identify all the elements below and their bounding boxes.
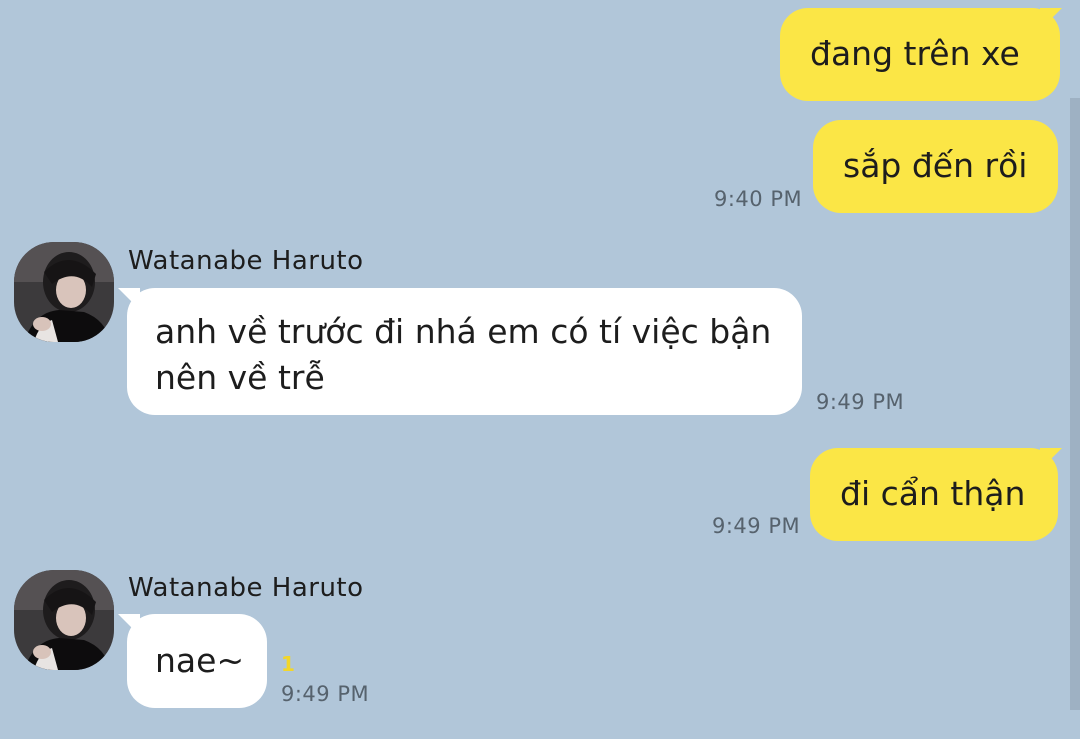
message-timestamp: 9:40 PM	[714, 187, 803, 211]
message-text: nae~	[155, 641, 245, 680]
avatar[interactable]	[14, 242, 114, 342]
scrollbar[interactable]	[1070, 98, 1080, 710]
bubble-tail	[1040, 8, 1062, 30]
profile-photo-icon	[14, 242, 114, 342]
message-timestamp: 9:49 PM	[281, 682, 370, 706]
sender-name: Watanabe Haruto	[128, 573, 364, 603]
sender-name: Watanabe Haruto	[128, 246, 364, 276]
outgoing-message-bubble[interactable]: sắp đến rồi	[813, 120, 1058, 213]
message-timestamp: 9:49 PM	[816, 390, 905, 414]
bubble-tail	[1040, 448, 1062, 470]
incoming-message-bubble[interactable]: anh về trước đi nhá em có tí việc bận nê…	[127, 288, 802, 415]
message-text: đi cẩn thận	[840, 474, 1026, 513]
profile-photo-icon	[14, 570, 114, 670]
message-timestamp: 9:49 PM	[712, 514, 801, 538]
outgoing-message-bubble[interactable]: đang trên xe	[780, 8, 1060, 101]
chat-area[interactable]: đang trên xe sắp đến rồi 9:40 PM Watanab…	[0, 0, 1080, 739]
outgoing-message-bubble[interactable]: đi cẩn thận	[810, 448, 1058, 541]
message-text: anh về trước đi nhá em có tí việc bận nê…	[155, 312, 772, 397]
incoming-message-bubble[interactable]: nae~	[127, 614, 267, 708]
unread-count: 1	[281, 652, 295, 676]
message-text: sắp đến rồi	[843, 146, 1028, 185]
avatar[interactable]	[14, 570, 114, 670]
message-text: đang trên xe	[810, 34, 1020, 73]
